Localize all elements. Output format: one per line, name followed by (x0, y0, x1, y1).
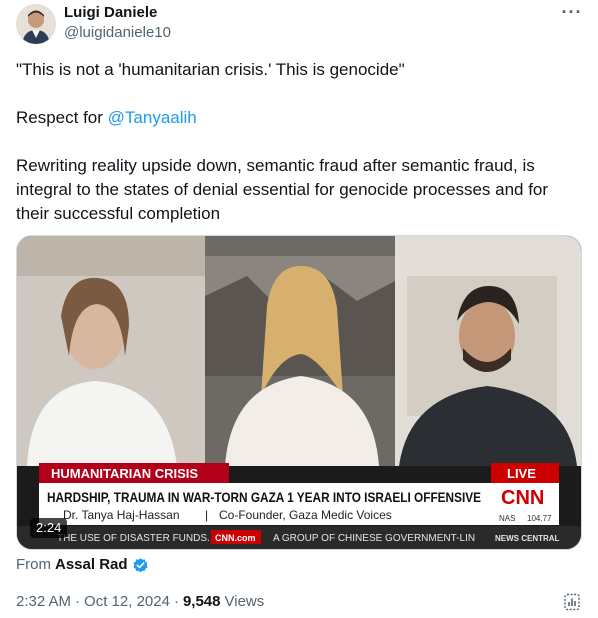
tweet-quote: "This is not a 'humanitarian crisis.' Th… (16, 60, 405, 79)
source-attribution: From Assal Rad (16, 556, 149, 574)
ticker-right: NEWS CENTRAL (495, 534, 560, 543)
analytics-icon (564, 593, 580, 611)
guest-name: Dr. Tanya Haj-Hassan (63, 508, 180, 522)
more-dots-icon: ··· (561, 2, 583, 22)
tweet-respect-line: Respect for @Tanyaalih (16, 106, 581, 130)
meta-dot-2: · (173, 593, 179, 610)
guest-separator: | (205, 508, 208, 522)
video-frame: HUMANITARIAN CRISIS LIVE HARDSHIP, TRAUM… (17, 236, 581, 549)
author-name[interactable]: Luigi Daniele (64, 4, 157, 22)
from-label: From (16, 556, 51, 573)
tweet-time[interactable]: 2:32 AM (16, 593, 71, 611)
nas-value: 104.77 (527, 514, 552, 523)
nas-label: NAS (499, 514, 515, 523)
tweet-meta: 2:32 AM · Oct 12, 2024 · 9,548 Views (16, 593, 264, 611)
guest-title: Co-Founder, Gaza Medic Voices (219, 508, 392, 522)
source-name-link[interactable]: Assal Rad (55, 556, 128, 574)
tweet: Luigi Daniele @luigidaniele10 ··· "This … (0, 0, 598, 618)
views-count: 9,548 (182, 593, 221, 610)
video-duration-badge: 2:24 (30, 518, 68, 538)
views-label: Views (224, 593, 265, 610)
analytics-button[interactable] (562, 592, 582, 612)
live-badge: LIVE (507, 466, 536, 481)
crisis-tag: HUMANITARIAN CRISIS (51, 466, 198, 481)
ticker-left: THE USE OF DISASTER FUNDS. (57, 533, 210, 544)
more-options-button[interactable]: ··· (558, 2, 586, 22)
headline-text: HARDSHIP, TRAUMA IN WAR-TORN GAZA 1 YEAR… (47, 489, 481, 505)
mention-link[interactable]: @Tanyaalih (108, 108, 197, 127)
ticker-mid: A GROUP OF CHINESE GOVERNMENT-LIN (273, 533, 475, 544)
verified-badge-icon (133, 557, 148, 572)
respect-prefix: Respect for (16, 108, 108, 127)
ticker-site: CNN.com (215, 533, 256, 543)
tweet-text: "This is not a 'humanitarian crisis.' Th… (16, 58, 581, 250)
cnn-logo: CNN (501, 487, 544, 509)
meta-dot-1: · (75, 593, 81, 610)
tweet-date[interactable]: Oct 12, 2024 (84, 593, 170, 611)
video-player[interactable]: HUMANITARIAN CRISIS LIVE HARDSHIP, TRAUM… (16, 235, 582, 550)
tweet-body: Rewriting reality upside down, semantic … (16, 156, 553, 223)
avatar-photo-icon (16, 4, 56, 44)
author-handle[interactable]: @luigidaniele10 (64, 24, 171, 42)
author-avatar[interactable] (16, 4, 56, 44)
